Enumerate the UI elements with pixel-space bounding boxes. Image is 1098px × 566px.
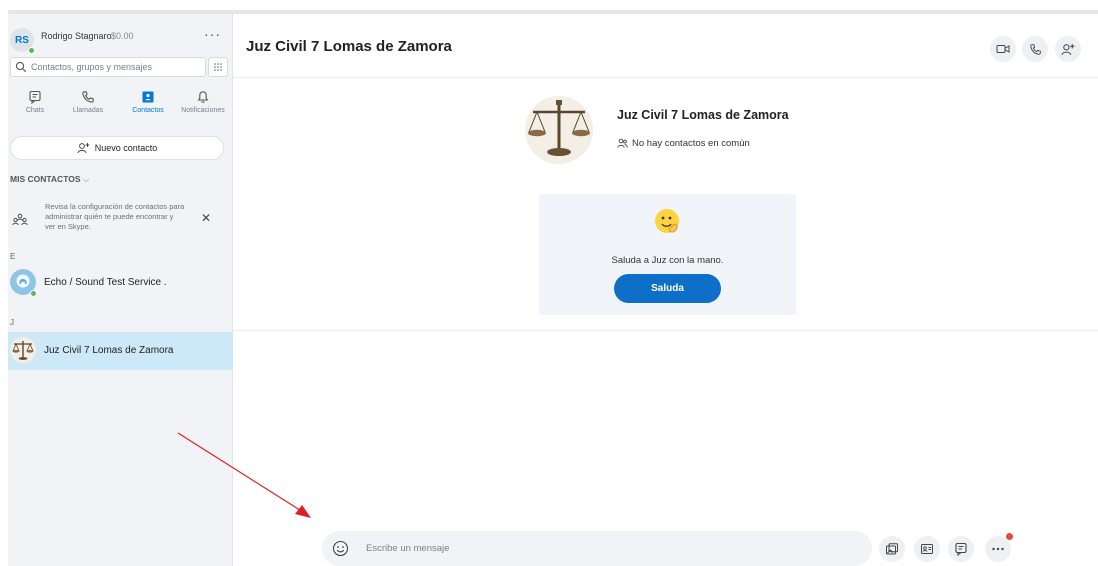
header-divider [233, 77, 1098, 78]
video-call-button[interactable] [990, 36, 1016, 62]
contacts-settings-tip[interactable]: Revisa la configuración de contactos par… [8, 200, 233, 246]
chat-panel: Juz Civil 7 Lomas de Zamora Juz Civil 7 … [233, 14, 1098, 566]
profile-credit: $0.00 [111, 31, 134, 41]
group-letter: J [10, 318, 14, 327]
contact-profile-card: Juz Civil 7 Lomas de Zamora No hay conta… [525, 96, 825, 166]
mutual-contacts-text: No hay contactos en común [632, 138, 750, 149]
dialpad-button[interactable] [208, 57, 228, 77]
tab-chats[interactable]: Chats [8, 88, 62, 122]
more-icon [992, 547, 1004, 551]
online-status-dot [30, 290, 37, 297]
more-actions-button[interactable] [985, 533, 1013, 562]
dialpad-icon [214, 63, 222, 71]
phone-icon [82, 91, 94, 103]
notification-dot [1006, 533, 1013, 540]
bell-icon [197, 91, 209, 103]
tab-calls-label: Llamadas [72, 107, 104, 114]
phone-icon [1029, 43, 1041, 55]
tab-contacts[interactable]: Contactos [121, 88, 175, 122]
chat-options-button[interactable] [948, 536, 974, 562]
message-composer[interactable] [322, 531, 872, 566]
online-status-dot [28, 47, 35, 54]
video-icon [996, 45, 1010, 53]
close-icon[interactable]: ✕ [201, 211, 211, 225]
say-hello-button[interactable]: Saluda [614, 274, 721, 303]
tab-calls[interactable]: Llamadas [61, 88, 115, 122]
emoji-icon[interactable] [332, 540, 349, 557]
contact-item-juz-civil[interactable]: Juz Civil 7 Lomas de Zamora [8, 332, 233, 370]
profile-name: Rodrigo Stagnaro [41, 31, 112, 41]
add-people-button[interactable] [1055, 36, 1081, 62]
page-title: Juz Civil 7 Lomas de Zamora [246, 38, 452, 55]
my-contacts-section-header[interactable]: MIS CONTACTOS ⌵ [10, 174, 89, 185]
tab-chats-label: Chats [25, 107, 45, 114]
section-title: MIS CONTACTOS [10, 174, 81, 184]
chat-icon [29, 90, 41, 104]
profile-bar[interactable]: RS Rodrigo Stagnaro $0.00 ··· [8, 22, 233, 54]
more-options-button[interactable]: ··· [204, 26, 221, 42]
add-person-icon [1061, 43, 1075, 55]
new-contact-label: Nuevo contacto [94, 143, 158, 153]
contacts-icon [142, 91, 154, 103]
wave-emoji-icon [655, 209, 679, 233]
profile-card-name: Juz Civil 7 Lomas de Zamora [617, 108, 789, 122]
tab-contacts-label: Contactos [132, 107, 164, 114]
avatar-initials: RS [15, 34, 29, 46]
wave-prompt-text: Saluda a Juz con la mano. [611, 255, 724, 266]
share-contact-button[interactable] [914, 536, 940, 562]
tip-text: Revisa la configuración de contactos par… [45, 202, 185, 231]
nav-tabs: Chats Llamadas Contactos Notificaciones [8, 88, 233, 122]
people-icon [12, 213, 28, 226]
chat-icon [955, 542, 967, 556]
mutual-contacts: No hay contactos en común [617, 138, 750, 149]
sidebar: RS Rodrigo Stagnaro $0.00 ··· Contactos,… [8, 14, 233, 566]
media-icon [886, 543, 898, 555]
search-box[interactable]: Contactos, grupos y mensajes [10, 57, 206, 77]
share-media-button[interactable] [879, 536, 905, 562]
contact-name: Echo / Sound Test Service . [44, 277, 167, 288]
wave-prompt-card: Saluda a Juz con la mano. Saluda [539, 194, 796, 315]
contact-item-echo[interactable]: Echo / Sound Test Service . [8, 264, 233, 302]
tab-notifications-label: Notificaciones [181, 107, 225, 114]
chevron-down-icon: ⌵ [82, 174, 90, 184]
content-divider [233, 330, 1098, 331]
search-input[interactable]: Contactos, grupos y mensajes [31, 62, 152, 72]
scales-avatar [10, 337, 36, 363]
contact-card-icon [921, 544, 933, 554]
tab-notifications[interactable]: Notificaciones [176, 88, 230, 122]
message-input[interactable] [366, 531, 856, 566]
add-contact-icon [77, 143, 90, 154]
audio-call-button[interactable] [1022, 36, 1048, 62]
people-icon [617, 138, 628, 148]
search-icon [15, 61, 27, 73]
contact-name: Juz Civil 7 Lomas de Zamora [44, 345, 174, 356]
group-letter: E [10, 252, 16, 261]
new-contact-button[interactable]: Nuevo contacto [10, 136, 224, 160]
profile-avatar[interactable] [525, 96, 593, 164]
